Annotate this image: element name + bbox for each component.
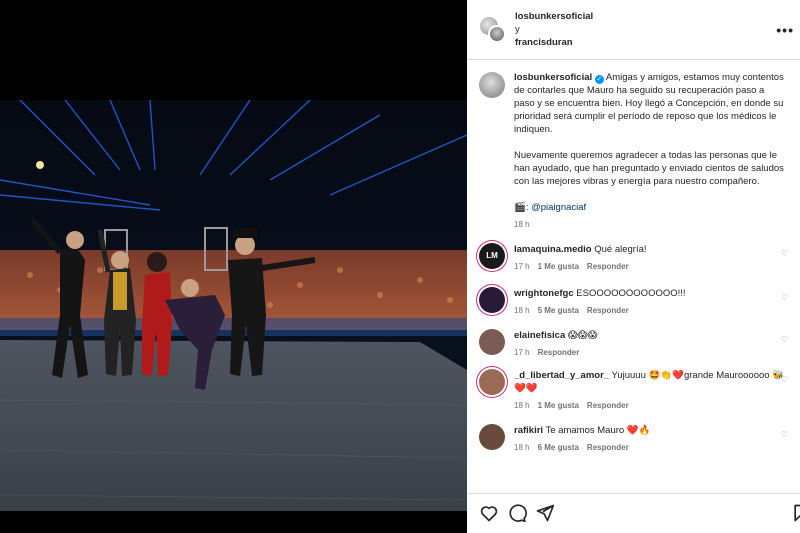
post-action-bar [467, 493, 800, 533]
comment-meta: 17 h Responder [514, 348, 786, 357]
comment-item: rafikiri Te amamos Mauro ❤️🔥 18 h 6 Me gus… [467, 424, 800, 452]
comment-like-heart-icon[interactable]: ♡ [781, 430, 788, 439]
heart-outline-icon[interactable] [479, 503, 499, 523]
comment-item: elainefisica 😱😱😱 17 h Responder ♡ [467, 329, 800, 357]
comment-item: wrightonefgc ESOOOOOOOOOOOO!!! 18 h 5 Me g… [467, 287, 800, 315]
comment-likes[interactable]: 6 Me gusta [538, 443, 579, 452]
caption-credit-prefix: 🎬: [514, 202, 529, 213]
coauthor-username[interactable]: francisduran [515, 36, 593, 49]
comment-likes[interactable]: 1 Me gusta [538, 401, 579, 410]
comment-text-line: lamaquina.medio Qué alegría! [514, 243, 786, 256]
comment-item: LM lamaquina.medio Qué alegría! 17 h 1 Me g… [467, 243, 800, 271]
comment-body: ESOOOOOOOOOOOO!!! [576, 288, 686, 299]
comment-item: _d_libertad_y_amor_ Yujuuuu 🤩👏❤️grande M… [467, 369, 800, 410]
commenter-avatar[interactable] [479, 287, 505, 313]
caption-block: losbunkersoficial ✓ Amigas y amigos, est… [467, 71, 800, 229]
caption-credit-handle[interactable]: @piaignaciaf [531, 202, 586, 213]
caption-username[interactable]: losbunkersoficial [514, 72, 592, 83]
comment-likes[interactable]: 5 Me gusta [538, 306, 579, 315]
comment-body: Qué alegría! [594, 244, 647, 255]
commenter-avatar[interactable] [479, 369, 505, 395]
comment-bubble-icon[interactable] [507, 503, 527, 523]
comment-username[interactable]: rafikiri [514, 425, 543, 436]
comment-like-heart-icon[interactable]: ♡ [781, 335, 788, 344]
comment-time: 17 h [514, 262, 530, 271]
collab-avatars[interactable] [479, 16, 507, 44]
comments-scroll-area[interactable]: losbunkersoficial ✓ Amigas y amigos, est… [467, 61, 800, 493]
comment-time: 18 h [514, 443, 530, 452]
conjunction-text: y [515, 24, 520, 35]
paper-plane-icon[interactable] [535, 503, 555, 523]
post-authors: losbunkersoficial y francisduran [515, 10, 593, 49]
post-details-pane: losbunkersoficial y francisduran ••• los… [467, 0, 800, 533]
comment-text-line: _d_libertad_y_amor_ Yujuuuu 🤩👏❤️grande M… [514, 369, 786, 395]
comment-body: 😱😱😱 [567, 330, 598, 341]
comment-time: 18 h [514, 401, 530, 410]
commenter-avatar[interactable] [479, 329, 505, 355]
caption-author-avatar[interactable] [479, 72, 505, 98]
comment-username[interactable]: _d_libertad_y_amor_ [514, 370, 609, 381]
concert-stage-photo [0, 100, 467, 511]
reply-button[interactable]: Responder [587, 306, 629, 315]
post-photo[interactable] [0, 100, 467, 511]
reply-button[interactable]: Responder [587, 443, 629, 452]
commenter-avatar[interactable] [479, 424, 505, 450]
caption-text: losbunkersoficial ✓ Amigas y amigos, est… [514, 71, 786, 214]
comment-body: Te amamos Mauro ❤️🔥 [545, 425, 651, 436]
bookmark-icon[interactable] [791, 503, 800, 523]
comment-likes[interactable]: 1 Me gusta [538, 262, 579, 271]
comment-text-line: elainefisica 😱😱😱 [514, 329, 786, 342]
comment-time: 17 h [514, 348, 530, 357]
comment-username[interactable]: wrightonefgc [514, 288, 574, 299]
author-username[interactable]: losbunkersoficial [515, 10, 593, 23]
coauthor-avatar[interactable] [488, 25, 506, 43]
caption-time: 18 h [514, 220, 530, 229]
comment-username[interactable]: lamaquina.medio [514, 244, 592, 255]
comment-meta: 18 h 6 Me gusta Responder [514, 443, 786, 452]
post-header: losbunkersoficial y francisduran ••• [467, 0, 800, 60]
comment-text-line: rafikiri Te amamos Mauro ❤️🔥 [514, 424, 786, 437]
comment-like-heart-icon[interactable]: ♡ [781, 249, 788, 258]
verified-badge-icon: ✓ [594, 75, 604, 84]
caption-meta: 18 h [514, 220, 786, 229]
comment-meta: 18 h 5 Me gusta Responder [514, 306, 786, 315]
comment-time: 18 h [514, 306, 530, 315]
caption-paragraph-2: Nuevamente queremos agradecer a todas la… [514, 150, 784, 187]
comment-list: LM lamaquina.medio Qué alegría! 17 h 1 Me g… [467, 243, 800, 452]
more-options-button[interactable]: ••• [776, 22, 794, 38]
reply-button[interactable]: Responder [587, 262, 629, 271]
comment-meta: 17 h 1 Me gusta Responder [514, 262, 786, 271]
post-media-pane [0, 0, 467, 533]
comment-text-line: wrightonefgc ESOOOOOOOOOOOO!!! [514, 287, 786, 300]
comment-like-heart-icon[interactable]: ♡ [781, 293, 788, 302]
reply-button[interactable]: Responder [538, 348, 580, 357]
comment-like-heart-icon[interactable]: ♡ [781, 375, 788, 384]
comment-username[interactable]: elainefisica [514, 330, 565, 341]
reply-button[interactable]: Responder [587, 401, 629, 410]
comment-meta: 18 h 1 Me gusta Responder [514, 401, 786, 410]
commenter-avatar[interactable]: LM [479, 243, 505, 269]
